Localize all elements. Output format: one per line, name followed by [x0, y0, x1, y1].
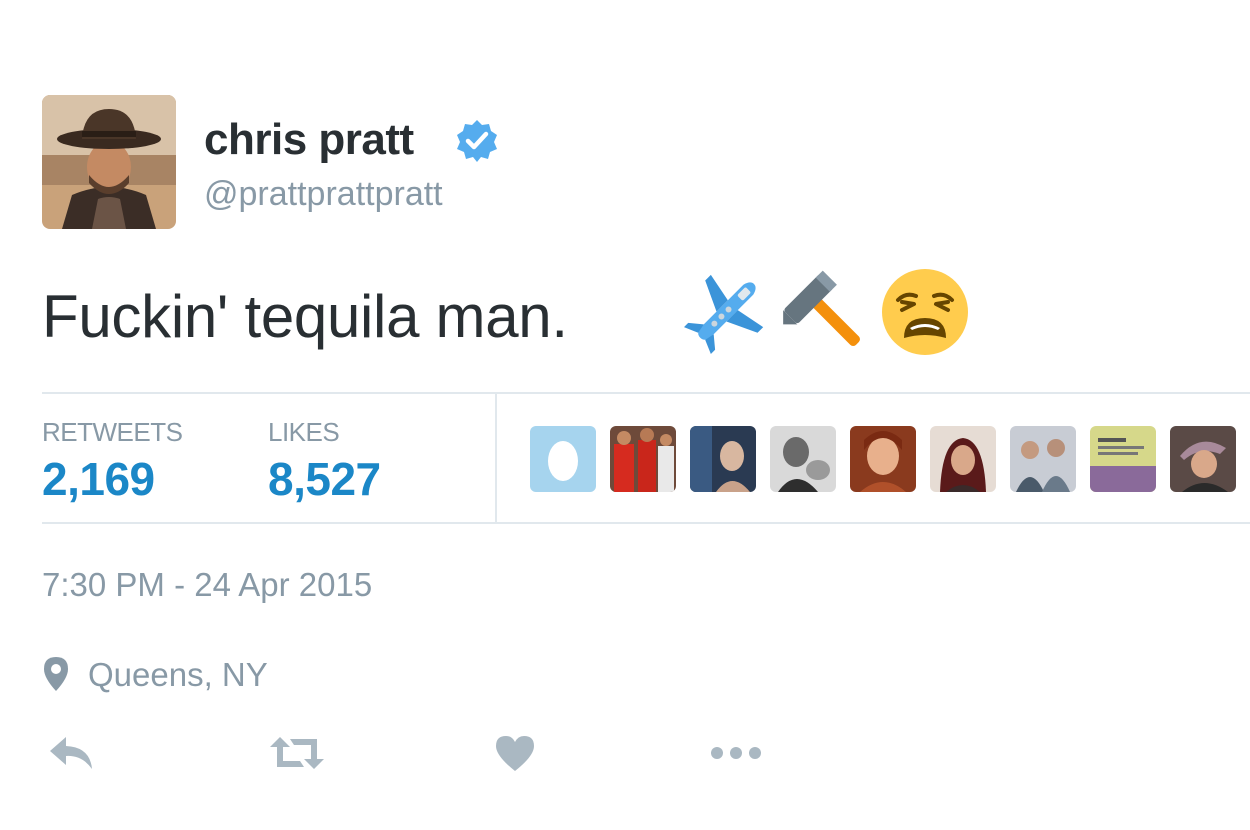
liker-avatar[interactable] [770, 426, 836, 492]
liker-avatar[interactable] [850, 426, 916, 492]
display-name[interactable]: chris pratt [204, 115, 414, 165]
stats-vertical-divider [495, 392, 497, 524]
liker-avatar[interactable] [1090, 426, 1156, 492]
likes-count[interactable]: 8,527 [268, 452, 381, 506]
hammer-emoji-icon [783, 270, 860, 346]
profile-avatar[interactable] [42, 95, 176, 229]
more-icon [711, 747, 761, 759]
stats-top-divider [42, 392, 1250, 394]
retweet-icon [270, 737, 324, 769]
reply-icon [50, 737, 92, 769]
retweets-label: RETWEETS [42, 417, 183, 447]
reply-button[interactable] [44, 728, 98, 778]
likes-label: LIKES [268, 417, 340, 447]
user-handle[interactable]: @prattprattpratt [204, 175, 443, 214]
airplane-emoji-icon [683, 274, 764, 355]
liker-avatar[interactable] [690, 426, 756, 492]
more-options-button[interactable] [706, 728, 766, 778]
liker-avatar[interactable] [1170, 426, 1236, 492]
liker-avatar[interactable] [930, 426, 996, 492]
liker-avatar[interactable] [1010, 426, 1076, 492]
location-text: Queens, NY [88, 656, 268, 693]
tweet-card: chris pratt @prattprattpratt Fuckin' teq… [0, 0, 1250, 830]
tweet-timestamp[interactable]: 7:30 PM - 24 Apr 2015 [42, 566, 372, 604]
tweet-text: Fuckin' tequila man. [42, 283, 568, 350]
verified-badge-icon [457, 120, 497, 162]
liker-avatar[interactable] [610, 426, 676, 492]
heart-icon [496, 736, 534, 771]
stats-bottom-divider [42, 522, 1250, 524]
liker-avatar-egg[interactable] [530, 426, 596, 492]
retweets-count[interactable]: 2,169 [42, 452, 155, 506]
retweet-button[interactable] [266, 728, 328, 778]
like-button[interactable] [490, 728, 540, 778]
location-pin-icon [44, 657, 68, 691]
weary-face-emoji-icon [882, 269, 968, 355]
